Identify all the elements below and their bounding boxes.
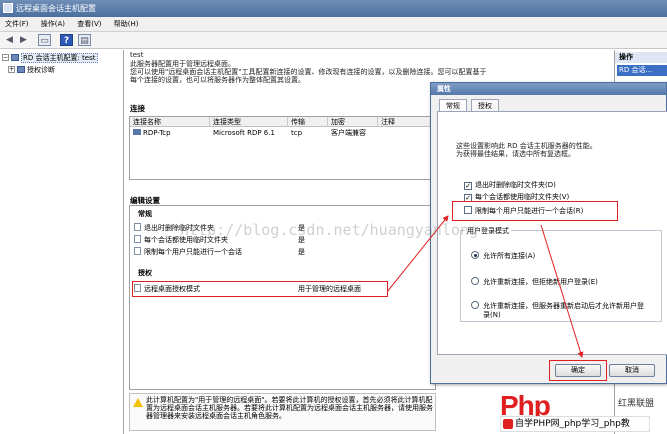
- cell-transport: tcp: [291, 129, 303, 137]
- dialog-desc-2: 为获得最佳结果，请选中所有复选框。: [456, 150, 575, 158]
- window-title: 远程桌面会话主机配置: [16, 4, 96, 13]
- setting-value-single-session: 是: [298, 248, 305, 256]
- dialog-desc-1: 这些设置影响此 RD 会话主机服务器的性能。: [456, 142, 597, 150]
- property-icon: [134, 235, 141, 243]
- column-transport[interactable]: 传输: [288, 117, 328, 127]
- brand-bar[interactable]: 自学PHP网_php学习_php教: [500, 416, 650, 432]
- brand-icon: [503, 419, 513, 429]
- connection-icon: [133, 129, 141, 135]
- watermark: http://blog.csdn.net/huangyanlong: [180, 221, 479, 239]
- menu-bar: 文件(F) 操作(A) 查看(V) 帮助(H): [0, 17, 667, 32]
- logon-mode-group: 用户登录模式 允许所有连接(A) 允许重新连接，但拒绝新用户登录(E) 允许重新…: [460, 226, 662, 322]
- cell-encryption: 客户端兼容: [331, 129, 366, 137]
- cell-type: Microsoft RDP 6.1: [213, 129, 275, 137]
- menu-help[interactable]: 帮助(H): [109, 17, 144, 32]
- main-panel: test 此服务器配置用于管理远程桌面。 您可以使用"远程桌面会话主机配置"工具…: [126, 50, 486, 434]
- connections-table: 连接名称 连接类型 传输 加密 注释 RDP-Tcp Microsoft RDP…: [129, 116, 436, 180]
- highlight-box-licensing: [132, 281, 388, 297]
- column-type[interactable]: 连接类型: [210, 117, 288, 127]
- general-group-label: 常规: [138, 210, 152, 218]
- radio-selected-icon[interactable]: [471, 251, 479, 259]
- tree-item-root[interactable]: − RD 会话主机配置: test: [2, 53, 98, 64]
- checkbox-delete-temp[interactable]: ✓ 退出时删除临时文件夹(D): [464, 180, 556, 190]
- property-icon: [134, 223, 141, 231]
- radio-empty-icon[interactable]: [471, 301, 479, 309]
- column-encryption[interactable]: 加密: [328, 117, 378, 127]
- connections-title: 连接: [130, 104, 145, 113]
- server-name: test: [130, 51, 144, 59]
- expand-icon[interactable]: +: [8, 66, 15, 73]
- actions-header: 操作: [615, 52, 667, 63]
- cell-name: RDP-Tcp: [130, 128, 171, 138]
- table-header: 连接名称 连接类型 传输 加密 注释: [130, 117, 435, 127]
- warning-panel: 此计算机配置为"用于管理的远程桌面"。若要将此计算机的授权设置，首先必须将此计算…: [129, 393, 436, 431]
- radio-allow-reconnect-restart[interactable]: 允许重新连接，但服务器重新启动后才允许新用户登 录(N): [471, 301, 644, 320]
- back-icon[interactable]: ◀: [3, 34, 16, 46]
- up-icon[interactable]: ▭: [38, 34, 51, 46]
- dialog-title: 属性: [431, 83, 666, 95]
- menu-action[interactable]: 操作(A): [36, 17, 70, 32]
- warning-icon: [133, 398, 143, 407]
- toolbar: ◀ ▶ ▭ ? ▤: [0, 32, 667, 49]
- tree-item-licensing-diagnosis[interactable]: + 授权诊断: [8, 65, 55, 76]
- intro-line-3: 每个连接的设置，也可以将服务器作为整体配置其设置。: [130, 76, 305, 84]
- panel-icon[interactable]: ▤: [78, 34, 91, 46]
- brand-side-text: 红黑联盟: [618, 399, 655, 409]
- forward-icon[interactable]: ▶: [17, 34, 30, 46]
- diagnosis-icon: [17, 66, 25, 73]
- cell-comment: [378, 128, 381, 138]
- column-name[interactable]: 连接名称: [130, 117, 210, 127]
- highlight-box-ok: [549, 360, 607, 381]
- property-icon: [134, 247, 141, 255]
- licensing-group-label: 授权: [138, 269, 152, 277]
- action-item-rd-session[interactable]: RD 会话...: [617, 65, 667, 76]
- cancel-button[interactable]: 取消: [609, 364, 655, 377]
- collapse-icon[interactable]: −: [2, 54, 9, 61]
- radio-allow-all[interactable]: 允许所有连接(A): [471, 251, 535, 261]
- highlight-box-checkbox: [452, 201, 618, 221]
- app-icon: [3, 3, 13, 13]
- server-icon: [11, 54, 19, 61]
- column-comment[interactable]: 注释: [378, 117, 437, 127]
- checkbox-checked-icon[interactable]: ✓: [464, 182, 472, 190]
- intro-line-1: 此服务器配置用于管理远程桌面。: [130, 60, 235, 68]
- warning-text: 此计算机配置为"用于管理的远程桌面"。若要将此计算机的授权设置，首先必须将此计算…: [146, 396, 433, 420]
- setting-row-single-session[interactable]: 限制每个用户只能进行一个会话: [134, 247, 242, 257]
- tab-licensing[interactable]: 授权: [471, 99, 499, 111]
- navigation-tree: − RD 会话主机配置: test + 授权诊断: [0, 50, 124, 434]
- menu-view[interactable]: 查看(V): [72, 17, 106, 32]
- radio-empty-icon[interactable]: [471, 277, 479, 285]
- radio-allow-reconnect[interactable]: 允许重新连接，但拒绝新用户登录(E): [471, 277, 598, 287]
- menu-file[interactable]: 文件(F): [0, 17, 34, 32]
- help-icon[interactable]: ?: [60, 34, 73, 46]
- brand-overlay: Php 红黑联盟 自学PHP网_php学习_php教: [500, 392, 667, 434]
- intro-line-2: 您可以使用"远程桌面会话主机配置"工具配置新连接的设置、修改现有连接的设置，以及…: [130, 68, 487, 76]
- window-titlebar: 远程桌面会话主机配置: [0, 0, 667, 17]
